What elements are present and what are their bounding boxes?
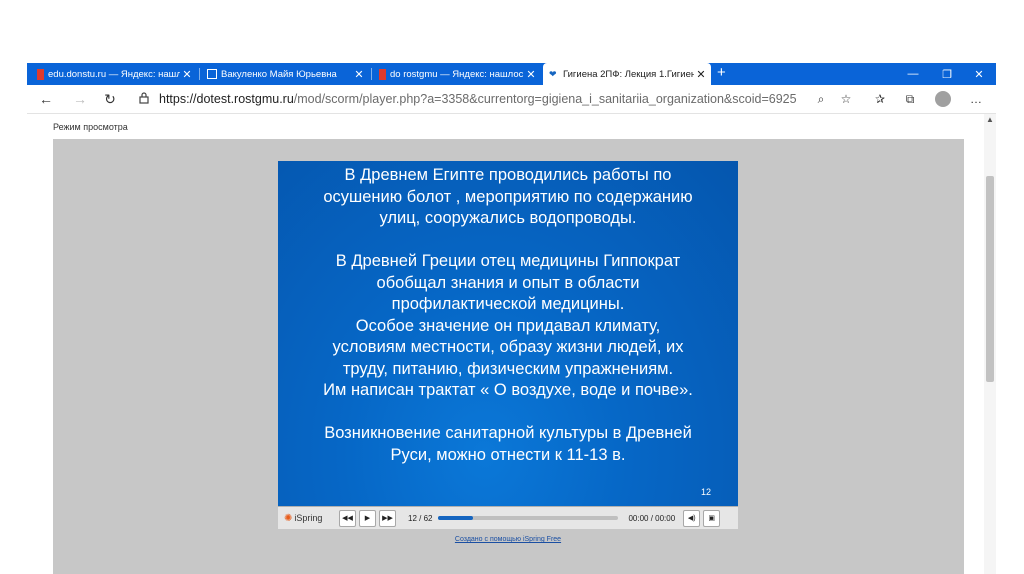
browser-window: edu.donstu.ru — Яндекс: нашлос ✕ Вакулен… xyxy=(27,63,996,574)
tab-label: do rostgmu — Яндекс: нашлось xyxy=(390,68,524,80)
slide-line: Возникновение санитарной культуры в Древ… xyxy=(324,424,692,442)
moodle-icon: ❤ xyxy=(549,68,557,79)
slide-line: профилактической медицины. xyxy=(391,295,625,313)
tab-gigiena[interactable]: ❤ Гигиена 2ПФ: Лекция 1.Гигиена ✕ xyxy=(543,63,711,85)
back-arrow-icon[interactable]: ← xyxy=(35,89,57,109)
ispring-logo[interactable]: ✺ iSpring xyxy=(284,513,336,524)
play-button[interactable]: ▶ xyxy=(359,509,376,527)
url-host: https://dotest.rostgmu.ru xyxy=(159,92,294,106)
scroll-up-arrow-icon[interactable]: ▲ xyxy=(984,115,996,124)
minimize-icon[interactable]: — xyxy=(896,63,930,85)
ispring-brand: iSpring xyxy=(294,513,323,523)
slide-line: Особое значение он придавал климату, xyxy=(355,316,661,335)
view-mode-label: Режим просмотра xyxy=(53,122,128,132)
scorm-player-area: В Древнем Египте проводились работы по о… xyxy=(53,139,964,574)
progress-fill xyxy=(438,516,473,520)
tab-label: Вакуленко Майя Юрьевна xyxy=(221,68,337,80)
tab-label: Гигиена 2ПФ: Лекция 1.Гигиена xyxy=(563,68,694,80)
tab-label: edu.donstu.ru — Яндекс: нашлос xyxy=(48,68,180,80)
close-tab-icon[interactable]: ✕ xyxy=(524,68,538,81)
tab-separator xyxy=(371,68,372,80)
yandex-icon xyxy=(37,68,44,80)
address-toolbar: ← → ↻ https://dotest.rostgmu.ru/mod/scor… xyxy=(27,85,996,114)
url-path: /mod/scorm/player.php?a=3358&currentorg=… xyxy=(293,92,797,106)
page-icon xyxy=(207,69,217,79)
close-tab-icon[interactable]: ✕ xyxy=(694,68,708,81)
slide-line: труду, питанию, физическим упражнениям. xyxy=(342,359,674,378)
slide-line: Руси, можно отнести к 11-13 в. xyxy=(390,445,626,464)
slide-line: улиц, сооружались водопроводы. xyxy=(379,209,637,227)
slide-line: обобщал знания и опыт в области xyxy=(376,273,640,292)
scrollbar-thumb[interactable] xyxy=(986,176,994,382)
fullscreen-icon: ▣ xyxy=(708,515,715,522)
presentation-slide[interactable]: В Древнем Египте проводились работы по о… xyxy=(278,161,738,506)
add-favorite-icon[interactable]: ☆ xyxy=(835,89,857,109)
page-scrollbar[interactable]: ▲ xyxy=(984,114,996,574)
player-controls: ✺ iSpring ◀◀ ▶ ▶▶ 12 / 62 00:00 / 00:00 … xyxy=(278,506,738,529)
ispring-credit-link[interactable]: Создано с помощью iSpring Free xyxy=(278,536,738,543)
tab-edu-donstu[interactable]: edu.donstu.ru — Яндекс: нашлос ✕ xyxy=(31,63,197,85)
close-tab-icon[interactable]: ✕ xyxy=(180,68,194,81)
fast-forward-icon: ▶▶ xyxy=(382,515,393,522)
slide-line: Им написан трактат « О воздухе, воде и п… xyxy=(323,381,693,399)
fullscreen-button[interactable]: ▣ xyxy=(703,509,721,527)
refresh-icon[interactable]: ↻ xyxy=(99,89,121,109)
profile-avatar[interactable] xyxy=(935,91,951,107)
yandex-icon xyxy=(379,68,386,80)
collections-icon[interactable]: ⧉ xyxy=(899,89,921,109)
tab-vakulenko[interactable]: Вакуленко Майя Юрьевна ✕ xyxy=(201,63,369,85)
time-display: 00:00 / 00:00 xyxy=(628,513,676,523)
slide-line: В Древней Греции отец медицины Гиппократ xyxy=(335,252,681,270)
slide-counter: 12 / 62 xyxy=(408,513,433,523)
ispring-sun-icon: ✺ xyxy=(284,512,293,524)
tab-separator xyxy=(199,68,200,80)
close-window-icon[interactable]: ✕ xyxy=(962,63,996,85)
previous-slide-button[interactable]: ◀◀ xyxy=(339,509,356,527)
slide-line: условиям местности, образу жизни людей, … xyxy=(332,338,684,356)
slide-number: 12 xyxy=(700,487,711,497)
slide-line: осушению болот , мероприятию по содержан… xyxy=(323,187,693,206)
favorites-icon[interactable]: ✰ xyxy=(869,89,891,109)
next-slide-button[interactable]: ▶▶ xyxy=(379,509,396,527)
restore-icon[interactable]: ❐ xyxy=(930,63,964,85)
close-tab-icon[interactable]: ✕ xyxy=(352,68,366,81)
more-menu-icon[interactable]: … xyxy=(965,89,987,109)
new-tab-button[interactable]: + xyxy=(717,64,726,81)
page-content: Режим просмотра В Древнем Египте проводи… xyxy=(27,114,996,574)
play-icon: ▶ xyxy=(364,515,371,522)
tab-do-rostgmu[interactable]: do rostgmu — Яндекс: нашлось ✕ xyxy=(373,63,541,85)
progress-bar[interactable] xyxy=(438,516,619,520)
slide-line: В Древнем Египте проводились работы по xyxy=(344,166,672,184)
zoom-icon[interactable]: ⌕ xyxy=(810,89,832,109)
tab-bar: edu.donstu.ru — Яндекс: нашлос ✕ Вакулен… xyxy=(27,63,996,85)
address-bar[interactable]: https://dotest.rostgmu.ru/mod/scorm/play… xyxy=(139,89,849,109)
lock-icon xyxy=(139,91,153,107)
rewind-icon: ◀◀ xyxy=(342,515,353,522)
slide-text: В Древнем Египте проводились работы по о… xyxy=(292,165,724,466)
speaker-icon: ◀) xyxy=(687,515,696,522)
volume-button[interactable]: ◀) xyxy=(683,509,701,527)
forward-arrow-icon[interactable]: → xyxy=(69,89,91,109)
